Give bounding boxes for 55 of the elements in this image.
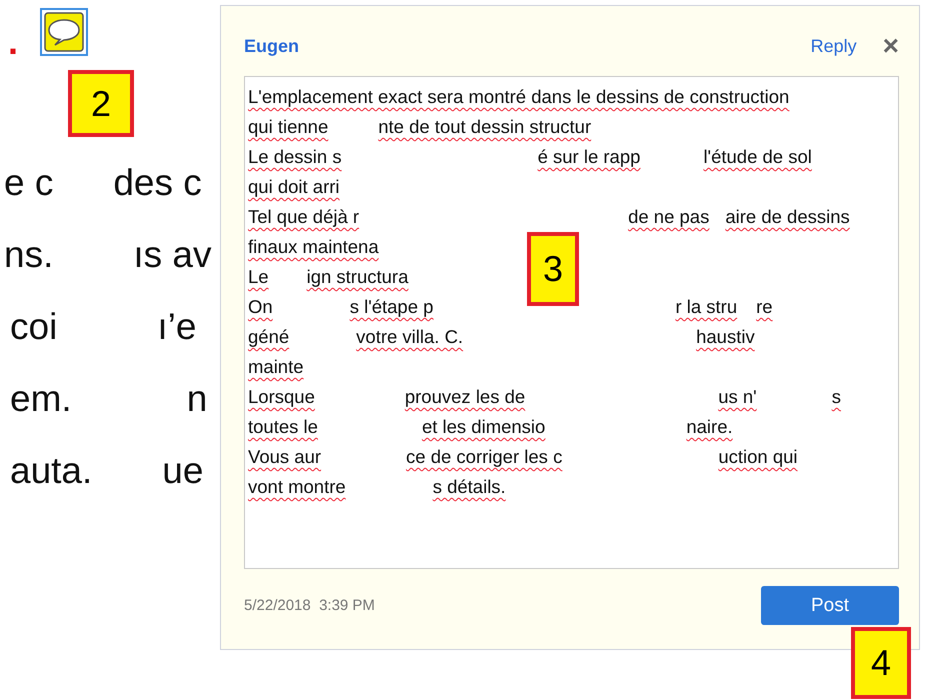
comment-text: Lorsque — [248, 386, 315, 408]
comment-timestamp: 5/22/2018 3:39 PM — [244, 597, 375, 614]
document-text: em. — [10, 378, 72, 420]
comment-text: s — [832, 386, 841, 408]
comment-text: é sur le rapp — [538, 146, 640, 168]
comment-text: aire de dessins — [725, 206, 850, 228]
speech-bubble-icon — [44, 12, 84, 52]
document-text: n — [186, 378, 208, 420]
comment-text: Vous aur — [248, 446, 322, 468]
document-text: ıs av — [133, 234, 212, 276]
document-text: des c — [113, 162, 202, 204]
comment-author: Eugen — [244, 36, 300, 56]
document-text: e c — [4, 162, 54, 204]
comment-text: L'emplacement exact sera montré dans le dessins de construction — [248, 86, 790, 108]
comment-text: Le — [248, 266, 269, 288]
comment-text: qui tienne — [248, 116, 328, 138]
comment-text: ce de corriger les c — [406, 446, 562, 468]
close-button[interactable]: × — [882, 32, 899, 60]
text-mark: . — [8, 24, 18, 60]
comment-text: Le dessin s — [248, 146, 342, 168]
step-callout: 3 — [527, 232, 579, 306]
comment-text: haustiv — [696, 326, 755, 348]
comment-text: re — [756, 296, 773, 318]
document-text: ı’e — [157, 306, 196, 348]
comment-text: votre villa. C. — [356, 326, 464, 348]
reply-link[interactable]: Reply — [810, 36, 857, 56]
document-text: auta. — [10, 450, 92, 492]
comment-text: mainte — [248, 356, 304, 378]
comment-text: toutes le — [248, 416, 318, 438]
comment-text: On — [248, 296, 273, 318]
comment-text: nte de tout dessin structur — [378, 116, 592, 138]
step-callout: 4 — [851, 627, 911, 699]
comment-text: uction qui — [718, 446, 798, 468]
comment-text: ign structura — [306, 266, 408, 288]
comment-text: finaux maintena — [248, 236, 379, 258]
comment-text: s détails. — [432, 476, 506, 498]
comment-text: l'étude de sol — [703, 146, 812, 168]
comment-text-field[interactable] — [244, 76, 899, 569]
comment-text: géné — [248, 326, 290, 348]
document-text: ue — [162, 450, 204, 492]
comment-text: et les dimensio — [422, 416, 546, 438]
step-callout: 2 — [68, 70, 134, 137]
comment-text: us n' — [718, 386, 757, 408]
comment-text: r la stru — [675, 296, 738, 318]
comment-text: s l'étape p — [350, 296, 434, 318]
document-text: ns. — [4, 234, 54, 276]
comment-text: vont montre — [248, 476, 346, 498]
document-text: coi — [10, 306, 58, 348]
comment-text: qui doit arri — [248, 176, 340, 198]
post-button[interactable]: Post — [761, 586, 899, 625]
comment-text: naire. — [686, 416, 733, 438]
comment-text: de ne pas — [628, 206, 710, 228]
comment-annotation[interactable] — [40, 8, 88, 56]
comment-text: Tel que déjà r — [248, 206, 360, 228]
comment-text: prouvez les de — [404, 386, 526, 408]
